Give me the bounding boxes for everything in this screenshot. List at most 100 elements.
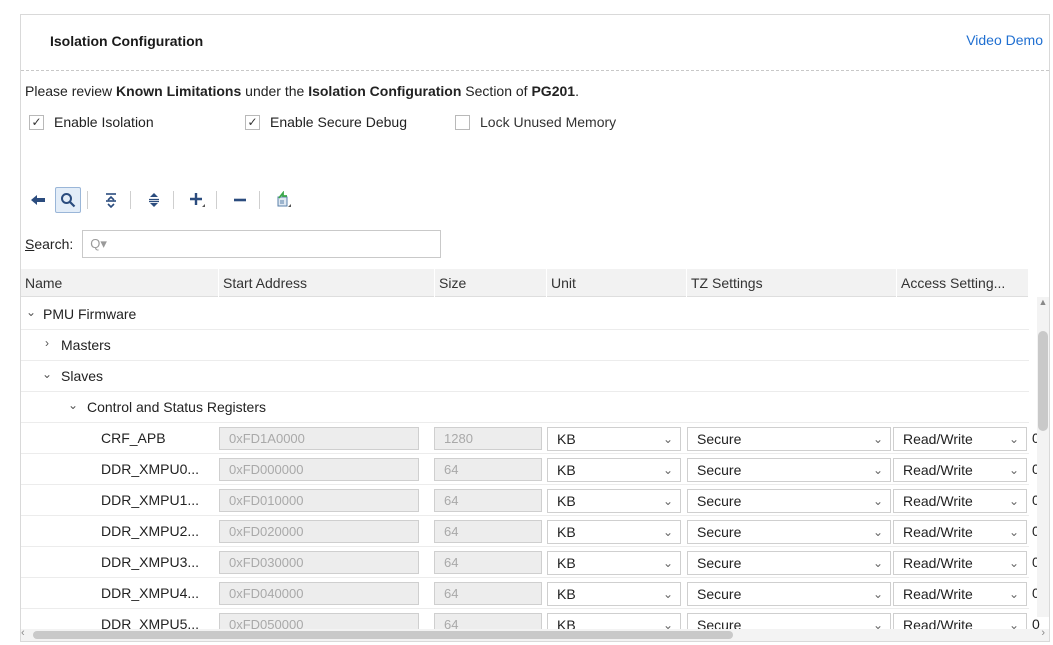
select-value: Read/Write [903, 555, 973, 571]
tree-node-slaves[interactable]: ⌄ Slaves [21, 361, 1029, 392]
table-toolbar [21, 183, 381, 217]
notice-bold-known-limitations: Known Limitations [116, 83, 242, 99]
row-name: DDR_XMPU0... [101, 461, 200, 477]
tz-select[interactable]: Secure ⌄ [687, 582, 891, 606]
select-value: Secure [697, 555, 742, 571]
tz-select[interactable]: Secure ⌄ [687, 458, 891, 482]
column-header-size[interactable]: Size [435, 269, 547, 297]
toolbar-separator [130, 191, 131, 209]
table-row[interactable]: DDR_XMPU1... 0xFD010000 64 KB ⌄ Secure ⌄ R… [21, 485, 1040, 516]
table-row[interactable]: DDR_XMPU0... 0xFD000000 64 KB ⌄ Secure ⌄ R… [21, 454, 1040, 485]
unit-select[interactable]: KB ⌄ [547, 458, 681, 482]
chevron-down-icon: ⌄ [662, 463, 673, 477]
scrollbar-thumb[interactable] [33, 631, 733, 639]
tz-select[interactable]: Secure ⌄ [687, 427, 891, 451]
chevron-down-icon: ⌄ [1008, 587, 1019, 601]
toolbar-separator [216, 191, 217, 209]
memory-table: Name Start Address Size Unit TZ Settings… [21, 269, 1049, 641]
chevron-down-icon: ⌄ [662, 494, 673, 508]
lock-unused-memory-checkbox[interactable]: Lock Unused Memory [455, 114, 616, 130]
tree-node-pmu-firmware[interactable]: ⌄ PMU Firmware [21, 299, 1029, 330]
scroll-up-icon[interactable]: ▲ [1037, 297, 1049, 307]
toolbar-separator [259, 191, 260, 209]
table-row[interactable]: DDR_XMPU3... 0xFD030000 64 KB ⌄ Secure ⌄ R… [21, 547, 1040, 578]
checkbox-box[interactable]: ✓ [245, 114, 260, 130]
access-select[interactable]: Read/Write ⌄ [893, 551, 1027, 575]
export-icon[interactable] [270, 187, 296, 213]
search-icon[interactable] [55, 187, 81, 213]
expanded-chevron-icon[interactable]: ⌄ [25, 305, 37, 319]
scrollbar-thumb[interactable] [1038, 331, 1048, 431]
start-address-field: 0xFD1A0000 [219, 427, 419, 450]
enable-isolation-checkbox[interactable]: ✓ Enable Isolation [29, 114, 154, 130]
chevron-down-icon: ⌄ [1008, 525, 1019, 539]
search-label: Search: [25, 236, 74, 252]
size-field: 1280 [434, 427, 542, 450]
select-value: KB [557, 524, 576, 540]
table-row[interactable]: CRF_APB 0xFD1A0000 1280 KB ⌄ Secure ⌄ Read… [21, 423, 1040, 454]
expand-all-icon[interactable] [141, 187, 167, 213]
toolbar-separator [87, 191, 88, 209]
table-header: Name Start Address Size Unit TZ Settings… [21, 269, 1029, 297]
add-icon[interactable] [184, 187, 210, 213]
chevron-down-icon: ⌄ [662, 432, 673, 446]
access-select[interactable]: Read/Write ⌄ [893, 520, 1027, 544]
select-value: KB [557, 431, 576, 447]
start-address-field: 0xFD020000 [219, 520, 419, 543]
row-name: CRF_APB [101, 430, 166, 446]
column-header-unit[interactable]: Unit [547, 269, 687, 297]
column-header-start-address[interactable]: Start Address [219, 269, 435, 297]
search-row: Search: Q▾ [25, 229, 442, 259]
chevron-down-icon: ⌄ [662, 556, 673, 570]
start-address-field: 0xFD000000 [219, 458, 419, 481]
select-value: KB [557, 462, 576, 478]
unit-select[interactable]: KB ⌄ [547, 551, 681, 575]
chevron-down-icon: ⌄ [662, 525, 673, 539]
table-row[interactable]: DDR_XMPU2... 0xFD020000 64 KB ⌄ Secure ⌄ R… [21, 516, 1040, 547]
horizontal-scrollbar[interactable]: ‹ › [21, 627, 1049, 641]
checkbox-box[interactable]: ✓ [29, 114, 44, 130]
expanded-chevron-icon[interactable]: ⌄ [67, 398, 79, 412]
collapsed-chevron-icon[interactable]: › [41, 336, 53, 350]
scroll-left-icon[interactable]: ‹ [21, 627, 25, 639]
unit-select[interactable]: KB ⌄ [547, 489, 681, 513]
scroll-right-icon[interactable]: › [1041, 627, 1045, 639]
chevron-down-icon: ⌄ [662, 587, 673, 601]
tree-node-control-status-registers[interactable]: ⌄ Control and Status Registers [21, 392, 1029, 423]
checkbox-box[interactable] [455, 114, 470, 130]
collapse-all-icon[interactable] [98, 187, 124, 213]
row-name: DDR_XMPU4... [101, 585, 200, 601]
row-name: DDR_XMPU3... [101, 554, 200, 570]
row-name: DDR_XMPU2... [101, 523, 200, 539]
video-demo-link[interactable]: Video Demo [966, 32, 1043, 48]
select-value: Read/Write [903, 493, 973, 509]
vertical-scrollbar[interactable]: ▲ [1037, 297, 1049, 617]
tz-select[interactable]: Secure ⌄ [687, 520, 891, 544]
chevron-down-icon: ⌄ [1008, 463, 1019, 477]
unit-select[interactable]: KB ⌄ [547, 427, 681, 451]
back-arrow-icon[interactable] [25, 187, 51, 213]
access-select[interactable]: Read/Write ⌄ [893, 427, 1027, 451]
column-header-name[interactable]: Name [21, 269, 219, 297]
chevron-down-icon: ⌄ [872, 587, 883, 601]
remove-icon[interactable] [227, 187, 253, 213]
table-row[interactable]: DDR_XMPU4... 0xFD040000 64 KB ⌄ Secure ⌄ R… [21, 578, 1040, 609]
tz-select[interactable]: Secure ⌄ [687, 551, 891, 575]
size-field: 64 [434, 458, 542, 481]
expanded-chevron-icon[interactable]: ⌄ [41, 367, 53, 381]
search-input[interactable]: Q▾ [82, 230, 442, 258]
access-select[interactable]: Read/Write ⌄ [893, 489, 1027, 513]
select-value: Read/Write [903, 431, 973, 447]
chevron-down-icon: ⌄ [872, 525, 883, 539]
column-header-access-settings[interactable]: Access Setting... [897, 269, 1029, 297]
enable-secure-debug-checkbox[interactable]: ✓ Enable Secure Debug [245, 114, 407, 130]
column-header-tz-settings[interactable]: TZ Settings [687, 269, 897, 297]
tree-node-masters[interactable]: › Masters [21, 330, 1029, 361]
unit-select[interactable]: KB ⌄ [547, 582, 681, 606]
select-value: Secure [697, 462, 742, 478]
access-select[interactable]: Read/Write ⌄ [893, 582, 1027, 606]
isolation-config-panel: Isolation Configuration Video Demo Pleas… [20, 14, 1050, 642]
unit-select[interactable]: KB ⌄ [547, 520, 681, 544]
tz-select[interactable]: Secure ⌄ [687, 489, 891, 513]
access-select[interactable]: Read/Write ⌄ [893, 458, 1027, 482]
